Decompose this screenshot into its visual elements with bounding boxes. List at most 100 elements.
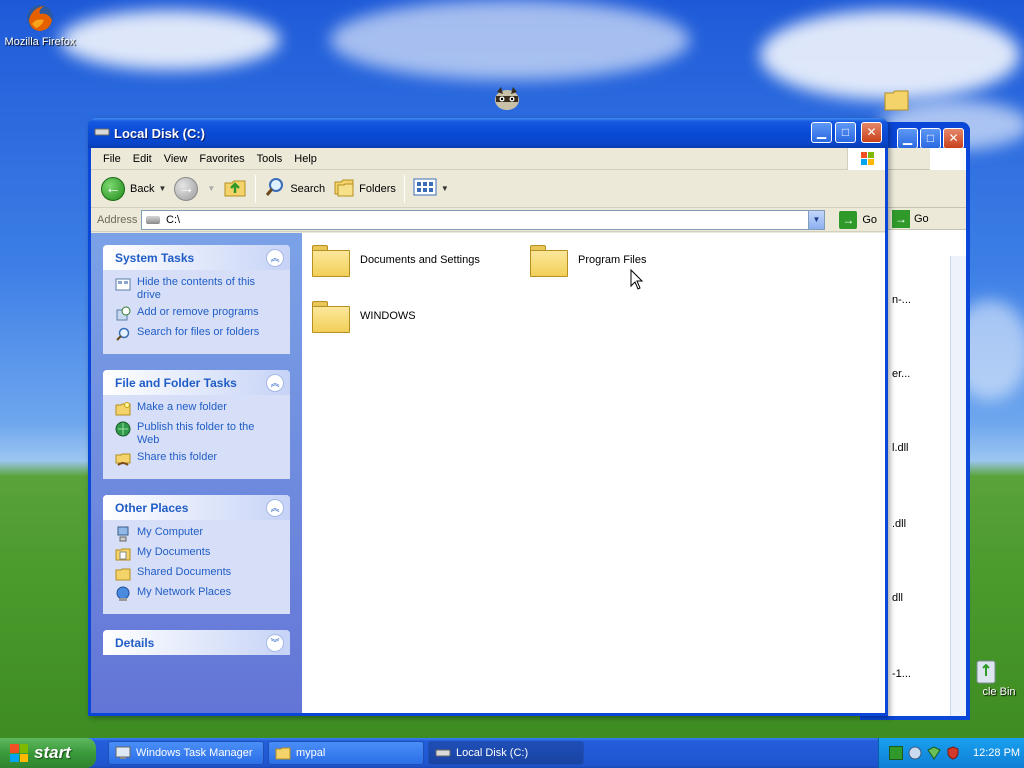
address-dropdown-button[interactable]: ▼ [808,211,824,229]
desktop-folder-icon[interactable] [884,88,910,112]
panel-header[interactable]: File and Folder Tasks ︽ [103,370,290,395]
desktop-icon-recycle-bin[interactable]: cle Bin [944,656,1024,698]
my-computer-icon [115,526,131,542]
menu-edit[interactable]: Edit [127,153,158,165]
folder-icon [312,243,350,277]
network-tray-icon[interactable] [908,746,922,760]
panel-details: Details ︾ [103,630,290,655]
bg-close-button[interactable]: ✕ [943,128,964,149]
bg-file-row[interactable]: -1... [892,668,911,680]
taskbar-button-mypal[interactable]: mypal [268,741,424,765]
web-publish-icon [115,421,131,437]
firefox-icon [24,2,56,34]
green-tray-icon[interactable] [889,746,903,760]
bg-file-row[interactable]: .dll [892,518,906,530]
folder-label: WINDOWS [360,310,416,322]
menu-help[interactable]: Help [288,153,323,165]
drive-icon [435,746,451,760]
network-places-icon [115,586,131,602]
menu-tools[interactable]: Tools [251,153,289,165]
task-share-folder[interactable]: Share this folder [115,451,278,467]
expand-icon[interactable]: ︾ [266,633,284,652]
shield-tray-icon[interactable] [946,746,960,760]
bg-file-row[interactable]: n-... [892,294,911,306]
bg-windows-flag-icon [930,148,966,170]
panel-file-folder-tasks: File and Folder Tasks ︽ Make a new folde… [103,370,290,479]
collapse-icon[interactable]: ︽ [266,498,284,517]
address-bar: Address C:\ ▼ → Go [91,208,885,232]
place-my-computer[interactable]: My Computer [115,526,278,542]
collapse-icon[interactable]: ︽ [266,373,284,392]
up-folder-button[interactable] [219,174,251,204]
place-shared-documents[interactable]: Shared Documents [115,566,278,582]
menu-view[interactable]: View [158,153,194,165]
taskbar-button-task-manager[interactable]: Windows Task Manager [108,741,264,765]
panel-header[interactable]: Details ︾ [103,630,290,655]
address-input[interactable]: C:\ ▼ [141,210,825,230]
panel-header[interactable]: System Tasks ︽ [103,245,290,270]
bg-file-row[interactable]: dll [892,592,903,604]
desktop-icon-firefox[interactable]: Mozilla Firefox [0,2,80,48]
bg-vertical-scrollbar[interactable] [950,256,966,716]
address-label: Address [97,213,138,226]
views-button[interactable]: ▼ [409,174,453,204]
minimize-button[interactable]: ▁ [811,122,832,143]
menu-favorites[interactable]: Favorites [193,153,250,165]
taskbar: start Windows Task Manager mypal Local D… [0,738,1024,768]
go-button[interactable]: → Go [839,210,877,230]
task-publish-web[interactable]: Publish this folder to the Web [115,421,278,447]
raccoon-icon[interactable] [492,84,522,112]
clock[interactable]: 12:28 PM [973,747,1020,759]
task-add-remove-programs[interactable]: Add or remove programs [115,306,278,322]
hide-contents-icon [115,276,131,292]
folder-label: Program Files [578,254,647,266]
start-button[interactable]: start [0,738,96,768]
security-tray-icon[interactable] [927,746,941,760]
bg-file-row[interactable]: er... [892,368,910,380]
panel-title: File and Folder Tasks [115,375,237,390]
bg-maximize-button[interactable]: □ [920,128,941,149]
search-button[interactable]: Search [260,174,329,204]
file-view[interactable]: Documents and Settings Program Files WIN… [302,233,885,713]
recycle-bin-icon [974,656,998,684]
back-arrow-icon: ← [101,176,125,201]
window-title: Local Disk (C:) [114,126,206,141]
panel-title: System Tasks [115,250,195,265]
window-titlebar[interactable]: Local Disk (C:) ▁ □ ✕ [88,118,888,148]
bg-minimize-button[interactable]: ▁ [897,128,918,149]
folder-item-documents-and-settings[interactable]: Documents and Settings [312,243,480,277]
add-remove-programs-icon [115,306,131,322]
chevron-down-icon[interactable]: ▼ [207,184,215,193]
task-search-files[interactable]: Search for files or folders [115,326,278,342]
maximize-button[interactable]: □ [835,122,856,143]
windows-logo-icon [10,744,28,762]
forward-button[interactable]: → ▼ [170,174,219,204]
menu-file[interactable]: File [97,153,127,165]
place-network-places[interactable]: My Network Places [115,586,278,602]
collapse-icon[interactable]: ︽ [266,248,284,267]
back-button[interactable]: ← Back ▼ [97,174,170,204]
menu-bar: File Edit View Favorites Tools Help [91,148,885,170]
standard-toolbar: ← Back ▼ → ▼ Search Folders ▼ [91,170,885,208]
bg-go-button[interactable]: → Go [892,210,929,228]
taskbar-button-local-disk[interactable]: Local Disk (C:) [428,741,584,765]
folders-icon [333,176,355,201]
place-my-documents[interactable]: My Documents [115,546,278,562]
shared-documents-icon [115,566,131,582]
chevron-down-icon[interactable]: ▼ [158,184,166,193]
bg-file-row[interactable]: l.dll [892,442,909,454]
desktop-icon-label: Mozilla Firefox [4,36,76,48]
panel-header[interactable]: Other Places ︽ [103,495,290,520]
close-button[interactable]: ✕ [861,122,882,143]
chevron-down-icon[interactable]: ▼ [441,184,449,193]
drive-icon [94,127,110,137]
folder-item-program-files[interactable]: Program Files [530,243,646,277]
toolbar-separator [403,174,405,203]
search-icon [264,176,286,201]
task-hide-contents[interactable]: Hide the contents of this drive [115,276,278,302]
folder-item-windows[interactable]: WINDOWS [312,299,416,333]
explorer-window[interactable]: Local Disk (C:) ▁ □ ✕ File Edit View Fav… [88,118,888,716]
folders-button[interactable]: Folders [329,174,400,204]
task-new-folder[interactable]: Make a new folder [115,401,278,417]
folder-icon [530,243,568,277]
